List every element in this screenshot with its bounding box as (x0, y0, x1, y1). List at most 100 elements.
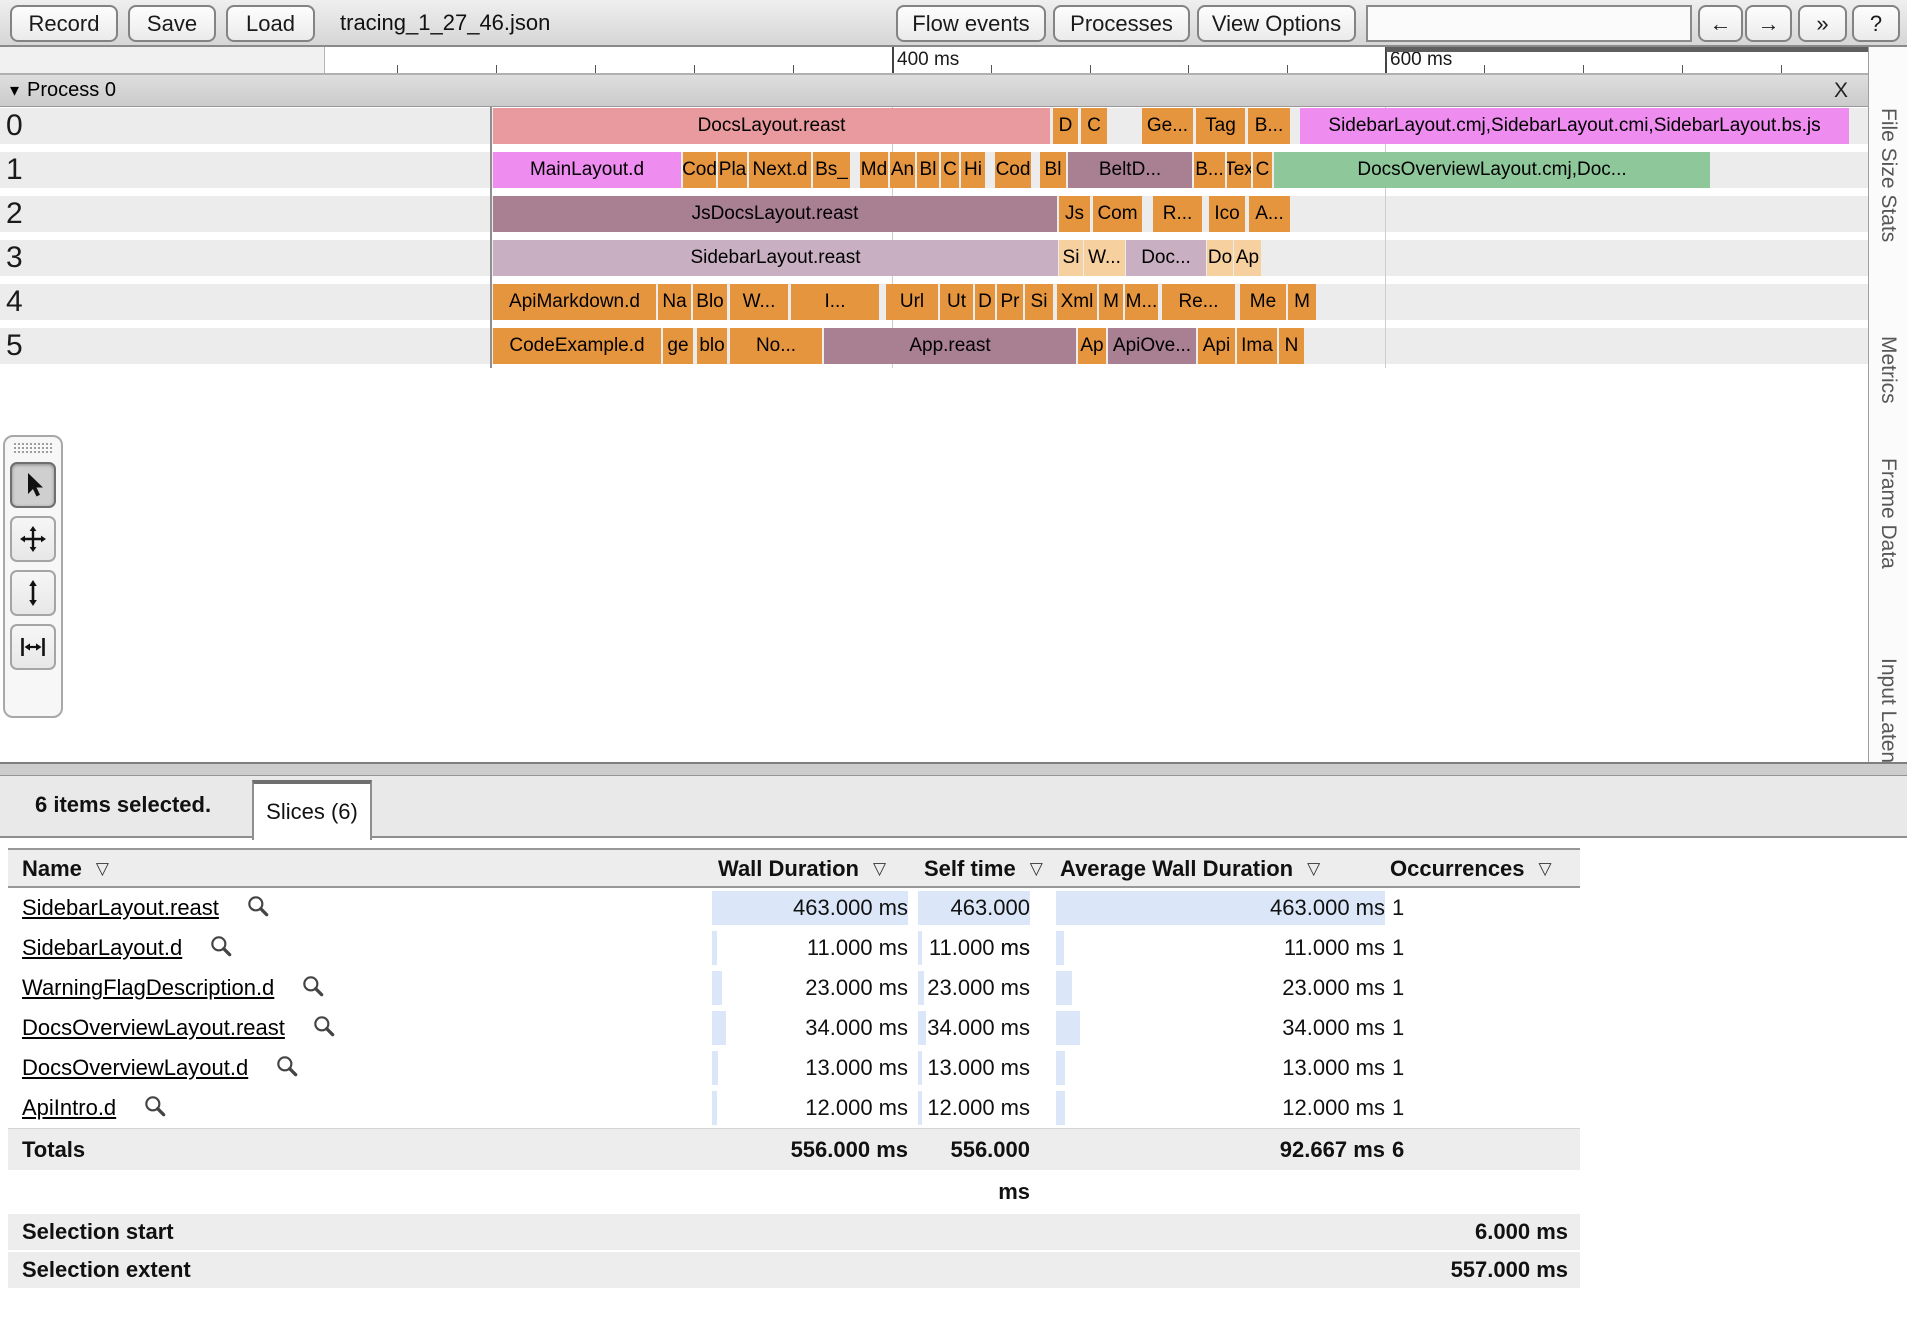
more-options-button[interactable]: » (1798, 5, 1847, 42)
column-header-name[interactable]: Name ▽ (22, 850, 109, 888)
sort-icon[interactable]: ▽ (1307, 859, 1320, 879)
collapse-triangle-icon[interactable]: ▾ (10, 80, 19, 101)
panel-splitter[interactable] (0, 762, 1907, 776)
trace-slice[interactable]: blo (697, 328, 727, 364)
trace-slice[interactable]: DocsOverviewLayout.cmj,Doc... (1274, 152, 1710, 188)
trace-slice[interactable]: An (890, 152, 915, 188)
trace-slice[interactable]: I... (791, 284, 879, 320)
trace-slice[interactable]: D (975, 284, 995, 320)
trace-slice[interactable]: Bl (917, 152, 939, 188)
trace-slice[interactable]: Re... (1162, 284, 1235, 320)
interest-range-bar[interactable] (1386, 47, 1868, 52)
trace-slice[interactable]: Bl (1040, 152, 1066, 188)
flow-events-button[interactable]: Flow events (896, 5, 1046, 42)
trace-slice[interactable]: Ap (1078, 328, 1106, 364)
trace-slice[interactable]: N (1279, 328, 1304, 364)
trace-slice[interactable]: ApiMarkdown.d (493, 284, 656, 320)
trace-slice[interactable]: B... (1194, 152, 1225, 188)
slice-name-link[interactable]: WarningFlagDescription.d (22, 975, 274, 1001)
trace-slice[interactable]: Doc... (1126, 240, 1206, 276)
trace-slice[interactable]: Cod (995, 152, 1031, 188)
trace-slice[interactable]: Do (1207, 240, 1233, 276)
trace-slice[interactable]: SidebarLayout.cmj,SidebarLayout.cmi,Side… (1300, 108, 1849, 144)
trace-slice[interactable]: Ima (1237, 328, 1277, 364)
trace-slice[interactable]: R... (1153, 196, 1202, 232)
sort-icon[interactable]: ▽ (1030, 859, 1043, 879)
trace-slice[interactable]: Md (860, 152, 888, 188)
trace-slice[interactable]: Ap (1234, 240, 1261, 276)
search-input[interactable] (1366, 5, 1692, 42)
slice-name-link[interactable]: DocsOverviewLayout.d (22, 1055, 248, 1081)
side-tab-metrics[interactable]: Metrics (1876, 336, 1900, 404)
magnifier-button[interactable] (208, 933, 234, 964)
sort-icon[interactable]: ▽ (873, 859, 886, 879)
trace-slice[interactable]: Next.d (749, 152, 811, 188)
trace-slice[interactable]: Si (1025, 284, 1053, 320)
process-header[interactable]: ▾ Process 0 X (0, 75, 1868, 107)
trace-slice[interactable]: Url (886, 284, 938, 320)
column-header-average-wall-duration[interactable]: Average Wall Duration ▽ (1060, 850, 1320, 888)
trace-slice[interactable]: ApiOve... (1108, 328, 1196, 364)
trace-slice[interactable]: Ico (1209, 196, 1245, 232)
sort-icon[interactable]: ▽ (1539, 859, 1552, 879)
slice-name-link[interactable]: SidebarLayout.reast (22, 895, 219, 921)
trace-slice[interactable]: Pr (997, 284, 1023, 320)
magnifier-button[interactable] (245, 893, 271, 924)
column-header-self-time[interactable]: Self time ▽ (924, 850, 1043, 888)
trace-slice[interactable]: SidebarLayout.reast (493, 240, 1058, 276)
trace-slice[interactable]: Js (1059, 196, 1090, 232)
trace-slice[interactable]: Blo (693, 284, 727, 320)
side-tab-frame-data[interactable]: Frame Data (1876, 458, 1900, 569)
slice-name-link[interactable]: SidebarLayout.d (22, 935, 182, 961)
magnifier-button[interactable] (311, 1013, 337, 1044)
slice-name-link[interactable]: ApiIntro.d (22, 1095, 116, 1121)
trace-slice[interactable]: M (1288, 284, 1316, 320)
processes-button[interactable]: Processes (1053, 5, 1190, 42)
trace-slice[interactable]: DocsLayout.reast (493, 108, 1050, 144)
trace-slice[interactable]: Ge... (1142, 108, 1193, 144)
trace-slice[interactable]: Xml (1057, 284, 1097, 320)
trace-slice[interactable]: Cod (683, 152, 716, 188)
trace-slice[interactable]: W... (730, 284, 788, 320)
column-header-wall-duration[interactable]: Wall Duration ▽ (718, 850, 886, 888)
side-tab-input-latency[interactable]: Input Latency (1876, 658, 1900, 762)
tab-slices[interactable]: Slices (6) (252, 780, 372, 840)
record-button[interactable]: Record (10, 5, 118, 42)
slice-name-link[interactable]: DocsOverviewLayout.reast (22, 1015, 285, 1041)
zoom-tool-button[interactable] (10, 570, 56, 616)
trace-slice[interactable]: App.reast (824, 328, 1076, 364)
save-button[interactable]: Save (128, 5, 216, 42)
palette-drag-handle[interactable] (14, 443, 52, 457)
trace-slice[interactable]: Bs_ (813, 152, 850, 188)
trace-slice[interactable]: No... (730, 328, 822, 364)
trace-slice[interactable]: M (1099, 284, 1123, 320)
trace-slice[interactable]: Pla (718, 152, 747, 188)
trace-slice[interactable]: M... (1125, 284, 1158, 320)
trace-slice[interactable]: Si (1059, 240, 1083, 276)
trace-slice[interactable]: C (1253, 152, 1272, 188)
trace-slice[interactable]: MainLayout.d (493, 152, 681, 188)
load-button[interactable]: Load (226, 5, 315, 42)
trace-slice[interactable]: ge (663, 328, 693, 364)
trace-slice[interactable]: Api (1198, 328, 1235, 364)
trace-slice[interactable]: BeltD... (1068, 152, 1192, 188)
trace-slice[interactable]: Com (1093, 196, 1142, 232)
column-header-occurrences[interactable]: Occurrences ▽ (1390, 850, 1552, 888)
timing-tool-button[interactable] (10, 624, 56, 670)
view-options-button[interactable]: View Options (1197, 5, 1356, 42)
help-button[interactable]: ? (1852, 5, 1900, 42)
trace-slice[interactable]: C (1081, 108, 1107, 144)
side-tab-file-size-stats[interactable]: File Size Stats (1876, 108, 1900, 242)
trace-slice[interactable]: W... (1084, 240, 1125, 276)
find-next-button[interactable]: → (1745, 5, 1792, 42)
close-process-button[interactable]: X (1834, 79, 1848, 103)
magnifier-button[interactable] (142, 1093, 168, 1124)
magnifier-button[interactable] (300, 973, 326, 1004)
magnifier-button[interactable] (274, 1053, 300, 1084)
trace-slice[interactable]: Tag (1196, 108, 1245, 144)
trace-slice[interactable]: CodeExample.d (493, 328, 661, 364)
trace-slice[interactable]: Hi (961, 152, 985, 188)
trace-slice[interactable]: A... (1249, 196, 1290, 232)
pan-tool-button[interactable] (10, 516, 56, 562)
find-previous-button[interactable]: ← (1698, 5, 1743, 42)
